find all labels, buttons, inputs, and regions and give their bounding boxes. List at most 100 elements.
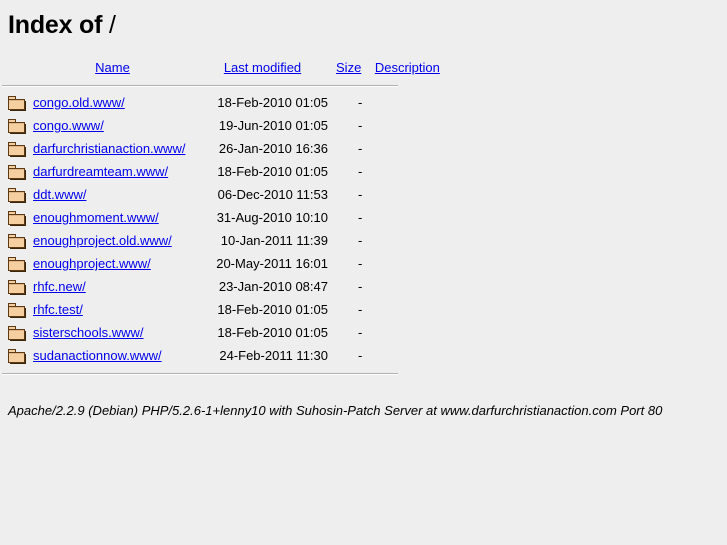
row-size-cell: - xyxy=(358,233,363,248)
folder-icon xyxy=(8,164,26,180)
table-row: darfurdreamteam.www/18-Feb-2010 01:05 - xyxy=(0,160,447,183)
server-signature: Apache/2.2.9 (Debian) PHP/5.2.6-1+lenny1… xyxy=(8,403,663,418)
table-row: congo.www/19-Jun-2010 01:05 - xyxy=(0,114,447,137)
folder-icon xyxy=(8,210,26,226)
directory-link[interactable]: ddt.www/ xyxy=(33,187,86,202)
row-description-cell xyxy=(367,206,447,229)
table-row: sisterschools.www/18-Feb-2010 01:05 - xyxy=(0,321,447,344)
row-size-cell: - xyxy=(358,95,363,110)
footer-divider xyxy=(2,373,398,374)
row-name-cell: rhfc.new/ xyxy=(30,275,195,298)
page-title: Index of / xyxy=(0,0,727,40)
row-icon-cell xyxy=(0,298,30,321)
folder-icon xyxy=(8,118,26,134)
row-name-cell: ddt.www/ xyxy=(30,183,195,206)
row-icon-cell xyxy=(0,206,30,229)
folder-icon xyxy=(8,95,26,111)
row-size-cell: - xyxy=(358,256,363,271)
folder-icon xyxy=(8,302,26,318)
row-last-modified-cell: 31-Aug-2010 10:10 xyxy=(216,210,328,225)
row-size-cell: - xyxy=(358,348,363,363)
page-title-path: / xyxy=(108,11,116,39)
sort-by-name-link[interactable]: Name xyxy=(95,60,130,75)
directory-link[interactable]: darfurdreamteam.www/ xyxy=(33,164,168,179)
directory-link[interactable]: sisterschools.www/ xyxy=(33,325,144,340)
row-last-modified-cell: 06-Dec-2010 11:53 xyxy=(217,187,328,202)
row-name-cell: congo.old.www/ xyxy=(30,91,195,114)
row-description-cell xyxy=(367,275,447,298)
row-last-modified-cell: 24-Feb-2011 11:30 xyxy=(219,348,328,363)
directory-link[interactable]: congo.www/ xyxy=(33,118,104,133)
directory-link[interactable]: enoughproject.www/ xyxy=(33,256,151,271)
table-row: enoughmoment.www/31-Aug-2010 10:10 - xyxy=(0,206,447,229)
directory-link[interactable]: rhfc.new/ xyxy=(33,279,86,294)
row-last-modified-cell: 10-Jan-2011 11:39 xyxy=(220,233,328,248)
row-size-cell: - xyxy=(358,325,363,340)
folder-icon xyxy=(8,141,26,157)
footer-rule-cell xyxy=(0,367,447,378)
row-last-modified-cell: 19-Jun-2010 01:05 xyxy=(218,118,328,133)
row-icon-cell xyxy=(0,344,30,367)
directory-link[interactable]: enoughmoment.www/ xyxy=(33,210,159,225)
table-row: rhfc.new/23-Jan-2010 08:47 - xyxy=(0,275,447,298)
row-description-cell xyxy=(367,91,447,114)
row-name-cell: sisterschools.www/ xyxy=(30,321,195,344)
header-name: Name xyxy=(30,54,195,82)
row-last-modified-cell: 18-Feb-2010 01:05 xyxy=(217,302,328,317)
directory-listing-table: Name Last modified Size Description cong… xyxy=(0,54,447,378)
row-description-cell xyxy=(367,344,447,367)
row-icon-cell xyxy=(0,229,30,252)
sort-by-last-modified-link[interactable]: Last modified xyxy=(224,60,301,75)
row-description-cell xyxy=(367,114,447,137)
header-rule-cell xyxy=(0,82,447,91)
row-icon-cell xyxy=(0,252,30,275)
row-size-cell: - xyxy=(358,118,363,133)
folder-icon xyxy=(8,348,26,364)
table-row: sudanactionnow.www/24-Feb-2011 11:30 - xyxy=(0,344,447,367)
row-size-cell: - xyxy=(358,141,363,156)
row-icon-cell xyxy=(0,275,30,298)
row-size-cell: - xyxy=(358,279,363,294)
sort-by-description-link[interactable]: Description xyxy=(375,60,440,75)
row-last-modified-cell: 18-Feb-2010 01:05 xyxy=(217,95,328,110)
table-row: enoughproject.old.www/10-Jan-2011 11:39 - xyxy=(0,229,447,252)
row-last-modified-cell: 18-Feb-2010 01:05 xyxy=(217,164,328,179)
row-name-cell: rhfc.test/ xyxy=(30,298,195,321)
directory-link[interactable]: sudanactionnow.www/ xyxy=(33,348,162,363)
row-last-modified-cell: 20-May-2011 16:01 xyxy=(216,256,328,271)
row-icon-cell xyxy=(0,183,30,206)
row-description-cell xyxy=(367,229,447,252)
row-name-cell: congo.www/ xyxy=(30,114,195,137)
row-last-modified-cell: 18-Feb-2010 01:05 xyxy=(217,325,328,340)
table-row: rhfc.test/18-Feb-2010 01:05 - xyxy=(0,298,447,321)
table-row: enoughproject.www/20-May-2011 16:01 - xyxy=(0,252,447,275)
row-icon-cell xyxy=(0,91,30,114)
folder-icon xyxy=(8,279,26,295)
directory-link[interactable]: congo.old.www/ xyxy=(33,95,125,110)
row-description-cell xyxy=(367,137,447,160)
row-size-cell: - xyxy=(358,302,363,317)
row-icon-cell xyxy=(0,137,30,160)
directory-index-page: Index of / Name Last modified Size Descr… xyxy=(0,0,727,545)
header-last-modified: Last modified xyxy=(195,54,330,82)
directory-link[interactable]: rhfc.test/ xyxy=(33,302,83,317)
directory-link[interactable]: darfurchristianaction.www/ xyxy=(33,141,185,156)
directory-listing-body: congo.old.www/18-Feb-2010 01:05- congo.ww… xyxy=(0,91,447,367)
row-icon-cell xyxy=(0,114,30,137)
row-name-cell: enoughproject.www/ xyxy=(30,252,195,275)
directory-link[interactable]: enoughproject.old.www/ xyxy=(33,233,172,248)
folder-icon xyxy=(8,233,26,249)
row-icon-cell xyxy=(0,160,30,183)
folder-icon xyxy=(8,325,26,341)
row-description-cell xyxy=(367,321,447,344)
row-description-cell xyxy=(367,252,447,275)
sort-by-size-link[interactable]: Size xyxy=(336,60,361,75)
table-header-row: Name Last modified Size Description xyxy=(0,54,447,82)
header-size: Size xyxy=(330,54,367,82)
header-divider xyxy=(2,85,398,86)
folder-icon xyxy=(8,256,26,272)
row-size-cell: - xyxy=(358,187,363,202)
row-name-cell: enoughmoment.www/ xyxy=(30,206,195,229)
table-row: darfurchristianaction.www/26-Jan-2010 16… xyxy=(0,137,447,160)
row-size-cell: - xyxy=(358,210,363,225)
